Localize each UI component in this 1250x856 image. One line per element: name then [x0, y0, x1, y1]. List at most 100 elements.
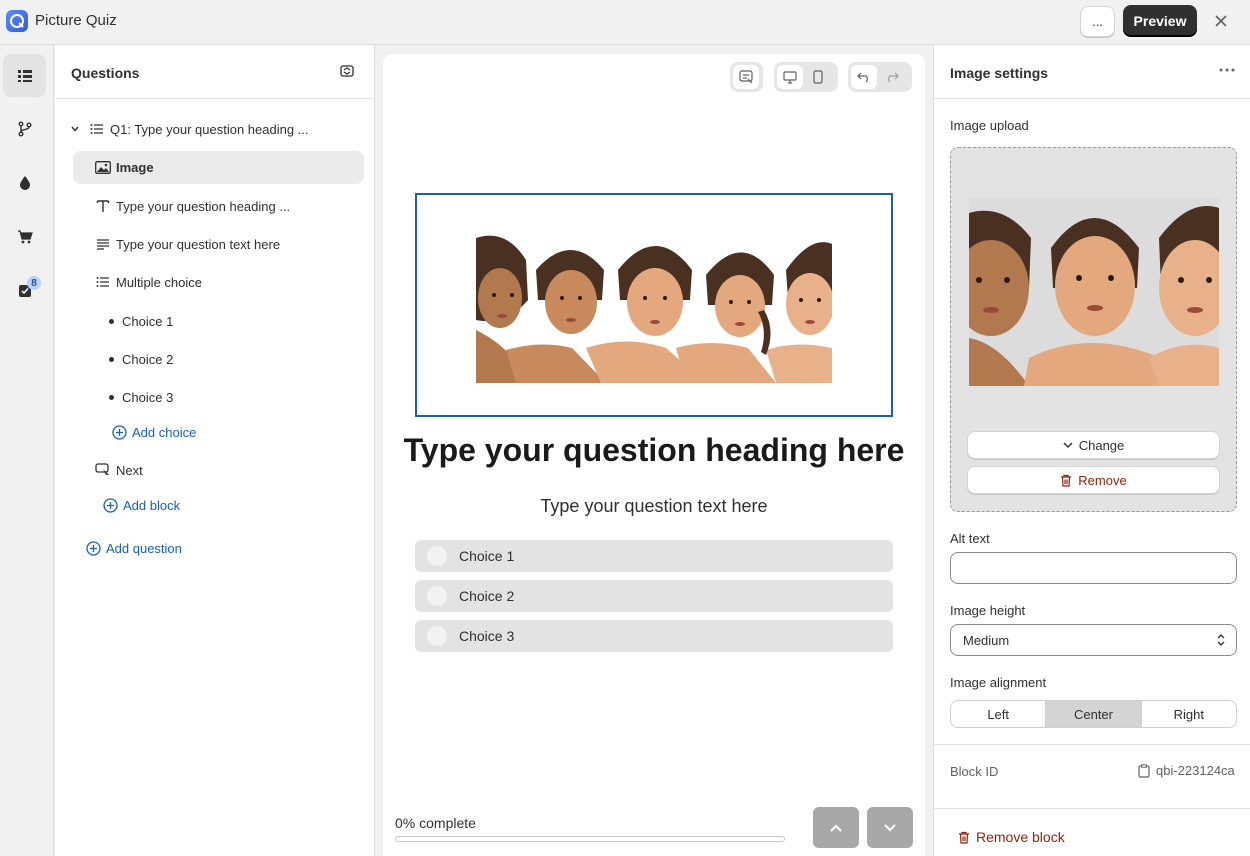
trash-icon — [959, 831, 969, 844]
radio-icon[interactable] — [427, 546, 447, 566]
device-toggle-group — [774, 62, 838, 92]
chevron-up-icon — [830, 824, 842, 832]
redo-icon[interactable] — [879, 65, 905, 89]
image-height-select[interactable]: Medium — [950, 624, 1237, 656]
list-icon — [88, 120, 106, 138]
block-image[interactable]: Image — [73, 151, 364, 184]
close-icon[interactable] — [1210, 10, 1232, 32]
results-count-badge: 8 — [27, 276, 41, 290]
block-heading[interactable]: Type your question heading ... — [94, 195, 290, 217]
preview-choice-2[interactable]: Choice 2 — [415, 580, 893, 612]
divider — [934, 98, 1250, 99]
question-row-q1[interactable]: Q1: Type your question heading ... — [66, 118, 309, 140]
history-group — [848, 62, 912, 92]
change-image-button[interactable]: Change — [967, 431, 1220, 459]
add-block-label: Add block — [123, 497, 181, 513]
uploaded-image-thumbnail — [969, 198, 1219, 386]
questions-list-icon[interactable] — [3, 54, 46, 97]
mobile-icon[interactable] — [805, 65, 831, 89]
alt-text-input[interactable] — [950, 552, 1237, 584]
app-logo-icon — [6, 10, 28, 32]
divider — [934, 808, 1250, 809]
preview-text: Type your question text here — [540, 496, 768, 516]
bullet-icon — [109, 394, 114, 400]
radio-icon[interactable] — [427, 586, 447, 606]
plus-circle-icon — [110, 423, 128, 441]
block-text[interactable]: Type your question text here — [94, 233, 280, 255]
tree-choice-1[interactable]: Choice 1 — [109, 310, 173, 332]
change-label: Change — [1078, 437, 1125, 453]
image-height-value: Medium — [963, 632, 1010, 648]
bullet-icon — [109, 318, 114, 324]
align-left-option[interactable]: Left — [951, 701, 1047, 727]
choice-label: Choice 3 — [459, 628, 515, 644]
plus-circle-icon — [84, 539, 102, 557]
block-heading-label: Type your question heading ... — [116, 198, 291, 214]
desktop-icon[interactable] — [777, 65, 803, 89]
block-multiple-choice-label: Multiple choice — [116, 274, 202, 290]
left-rail: 8 — [0, 45, 54, 856]
image-height-label: Image height — [950, 603, 1026, 618]
tree-choice-2[interactable]: Choice 2 — [109, 348, 173, 370]
block-id-label: Block ID — [950, 764, 999, 779]
more-actions-button[interactable]: ... — [1080, 6, 1115, 37]
remove-block-label: Remove block — [976, 829, 1065, 845]
block-id-value: qbi-223124ca — [1156, 763, 1235, 778]
add-block-button[interactable]: Add block — [101, 494, 180, 516]
preview-button[interactable]: Preview — [1123, 5, 1197, 37]
progress-bar — [395, 836, 785, 842]
preview-choice-1[interactable]: Choice 1 — [415, 540, 893, 572]
remove-label: Remove — [1078, 472, 1127, 488]
divider — [934, 744, 1250, 745]
block-multiple-choice[interactable]: Multiple choice — [94, 271, 202, 293]
clipboard-icon — [1138, 763, 1150, 778]
list-icon — [94, 273, 112, 291]
add-question-button[interactable]: Add question — [84, 537, 182, 559]
align-right-option[interactable]: Right — [1142, 701, 1236, 727]
collapse-toggle-icon[interactable] — [339, 63, 357, 81]
plus-circle-icon — [101, 496, 119, 514]
faces-illustration — [476, 230, 832, 383]
radio-icon[interactable] — [427, 626, 447, 646]
block-id-copy[interactable]: qbi-223124ca — [1138, 763, 1235, 778]
add-choice-label: Add choice — [132, 424, 197, 440]
progress-label: 0% complete — [395, 815, 476, 831]
select-chevron-icon — [1217, 634, 1225, 646]
results-check-icon[interactable] — [3, 269, 46, 312]
tree-choice-label: Choice 2 — [122, 351, 174, 367]
block-text-label: Type your question text here — [116, 236, 281, 252]
align-center-option[interactable]: Center — [1046, 701, 1142, 727]
chevron-down-icon — [884, 823, 896, 831]
branching-icon[interactable] — [3, 107, 46, 150]
choice-label: Choice 1 — [459, 548, 515, 564]
undo-icon[interactable] — [851, 65, 877, 89]
previous-button[interactable] — [813, 807, 859, 848]
questions-panel-title: Questions — [71, 65, 140, 81]
theme-drop-icon[interactable] — [3, 161, 46, 204]
tree-choice-3[interactable]: Choice 3 — [109, 386, 173, 408]
top-bar: Picture Quiz ... Preview — [0, 0, 1250, 45]
add-question-label: Add question — [106, 540, 182, 556]
tree-choice-label: Choice 3 — [122, 389, 174, 405]
app-title: Picture Quiz — [35, 12, 117, 29]
ai-tool-group — [730, 62, 763, 92]
bullet-icon — [109, 356, 114, 362]
block-next[interactable]: Next — [94, 459, 143, 481]
more-horizontal-icon[interactable] — [1216, 62, 1238, 78]
remove-block-button[interactable]: Remove block — [958, 829, 1065, 845]
add-choice-button[interactable]: Add choice — [110, 421, 196, 443]
preview-choice-3[interactable]: Choice 3 — [415, 620, 893, 652]
text-heading-icon — [94, 197, 112, 215]
trash-icon — [1061, 474, 1072, 487]
paragraph-icon — [94, 235, 112, 253]
remove-image-button[interactable]: Remove — [967, 466, 1220, 494]
cart-icon[interactable] — [3, 215, 46, 258]
block-image-label: Image — [116, 160, 154, 175]
alt-text-label: Alt text — [950, 531, 990, 546]
next-button[interactable] — [867, 807, 913, 848]
image-alignment-segmented: Left Center Right — [950, 700, 1237, 728]
chevron-down-icon[interactable] — [66, 120, 84, 138]
cursor-button-icon — [94, 461, 112, 479]
image-icon — [94, 159, 112, 177]
ai-assist-icon[interactable] — [733, 65, 759, 89]
